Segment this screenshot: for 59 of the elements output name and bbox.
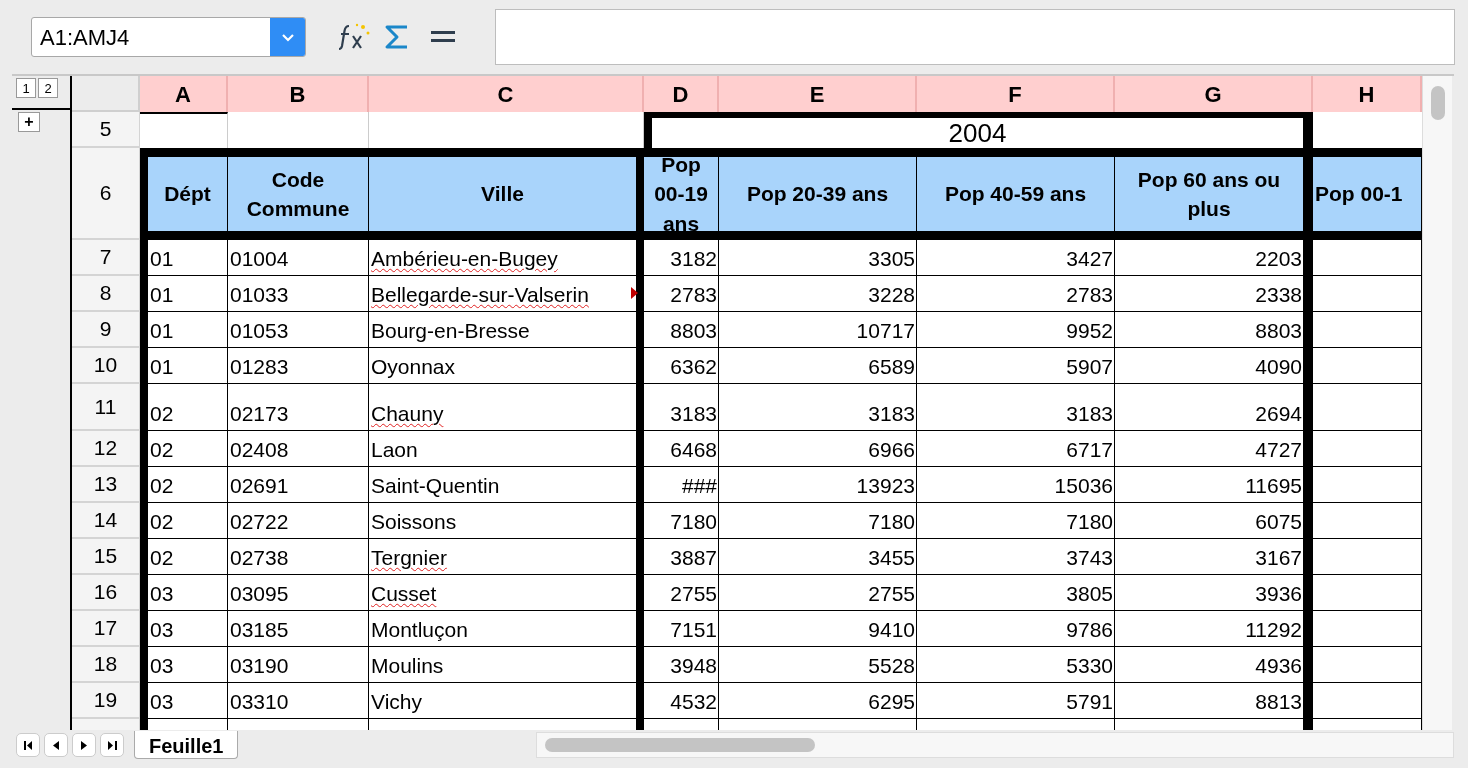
first-arrow-icon — [23, 740, 33, 750]
column-heading: Pop 40-59 ans — [917, 148, 1115, 240]
column-heading: Pop 00-19 ans — [644, 148, 719, 240]
name-box[interactable]: A1:AMJ4 — [31, 17, 306, 57]
row-header[interactable]: 17 — [72, 611, 140, 647]
misspelled-text: Chauny — [371, 400, 444, 427]
vertical-scrollbar[interactable] — [1422, 76, 1452, 730]
row-header[interactable]: 5 — [72, 112, 140, 148]
expand-outline-button[interactable]: + — [18, 112, 40, 132]
row-header[interactable]: 15 — [72, 539, 140, 575]
row-header[interactable]: 10 — [72, 348, 140, 384]
scrollbar-thumb[interactable] — [545, 738, 816, 752]
column-heading: Ville — [369, 148, 644, 240]
column-header[interactable]: G — [1115, 76, 1313, 112]
right-arrow-icon — [81, 740, 87, 750]
row-header[interactable]: 8 — [72, 276, 140, 312]
next-sheet-button[interactable] — [72, 733, 96, 757]
row-header[interactable]: 14 — [72, 503, 140, 539]
row-header[interactable]: 13 — [72, 467, 140, 503]
misspelled-text: Bellegarde-sur-Valserin — [371, 281, 589, 308]
column-header[interactable]: E — [719, 76, 917, 112]
row-header[interactable]: 16 — [72, 575, 140, 611]
equals-icon[interactable] — [431, 30, 455, 44]
formula-input[interactable] — [495, 9, 1455, 65]
column-header[interactable]: D — [644, 76, 719, 112]
first-sheet-button[interactable] — [16, 733, 40, 757]
cell-reference: A1:AMJ4 — [39, 23, 131, 52]
column-header[interactable]: A — [140, 76, 228, 112]
outline-level-button[interactable]: 1 — [16, 78, 36, 98]
column-heading: Pop 60 ans ou plus — [1115, 148, 1313, 240]
row-header[interactable]: 9 — [72, 312, 140, 348]
corner-cell[interactable] — [72, 76, 140, 112]
scrollbar-thumb[interactable] — [1431, 86, 1445, 120]
row-header[interactable]: 11 — [72, 384, 140, 431]
row-header[interactable]: 7 — [72, 240, 140, 276]
misspelled-text: Cusset — [371, 580, 437, 607]
sheet-tab[interactable]: Feuille1 — [134, 731, 239, 759]
chevron-down-icon — [280, 32, 295, 42]
dropdown-button[interactable] — [270, 18, 305, 56]
row-header[interactable]: 12 — [72, 431, 140, 467]
row-header[interactable]: 18 — [72, 647, 140, 683]
column-header[interactable]: F — [917, 76, 1115, 112]
column-heading: Code Commune — [228, 148, 369, 240]
horizontal-scrollbar[interactable] — [536, 732, 1454, 758]
left-arrow-icon — [53, 740, 59, 750]
outline-level-button[interactable]: 2 — [38, 78, 58, 98]
column-header[interactable]: H — [1313, 76, 1422, 112]
column-heading: Pop 20-39 ans — [719, 148, 917, 240]
row-header[interactable]: 6 — [72, 148, 140, 240]
previous-sheet-button[interactable] — [44, 733, 68, 757]
misspelled-text: Tergnier — [371, 544, 447, 571]
last-arrow-icon — [107, 740, 117, 750]
column-heading: Dépt — [140, 148, 228, 240]
last-sheet-button[interactable] — [100, 733, 124, 757]
row-header[interactable]: 19 — [72, 683, 140, 719]
column-heading: Pop 00-1 — [1313, 148, 1422, 240]
misspelled-text: Ambérieu-en-Bugey — [371, 245, 558, 272]
column-header[interactable]: B — [228, 76, 369, 112]
column-header[interactable]: C — [369, 76, 644, 112]
